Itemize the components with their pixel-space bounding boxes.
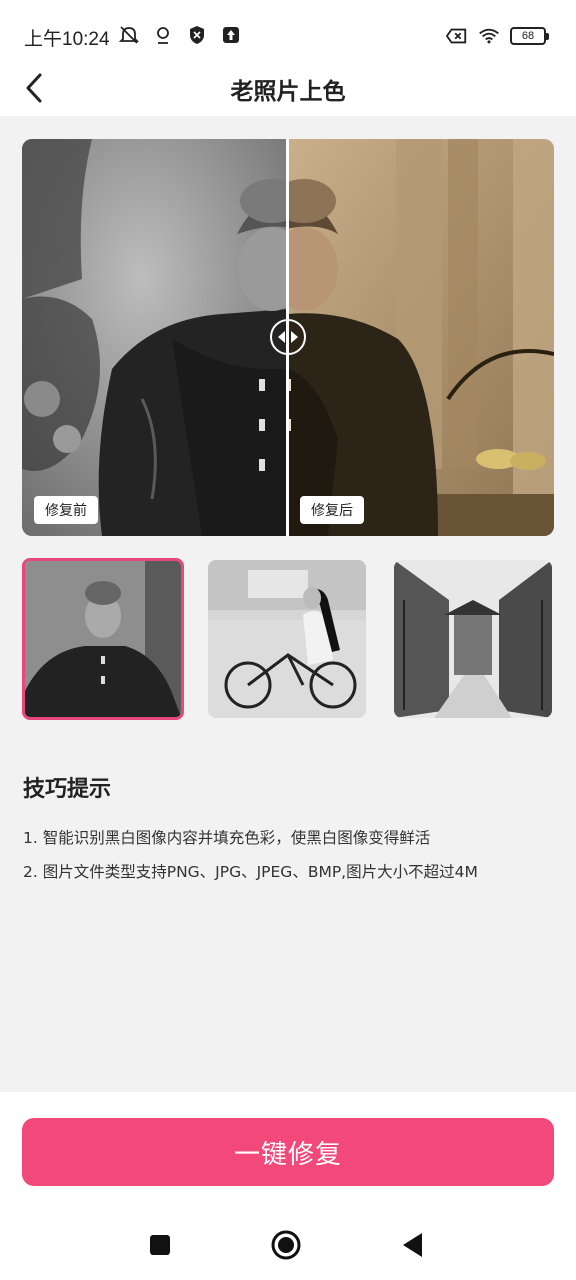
tip-item: 2. 图片文件类型支持PNG、JPG、JPEG、BMP,图片大小不超过4M — [23, 863, 478, 881]
upload-icon — [220, 24, 242, 46]
sim-error-icon — [446, 25, 468, 47]
thumbnail-portrait-man[interactable] — [22, 558, 184, 720]
one-click-repair-button[interactable]: 一键修复 — [22, 1118, 554, 1186]
shield-icon — [186, 24, 208, 46]
compare-slider-icon[interactable] — [270, 319, 306, 355]
tip-item: 1. 智能识别黑白图像内容并填充色彩，使黑白图像变得鲜活 — [23, 829, 431, 847]
mute-bell-icon — [118, 24, 140, 46]
home-circle-icon[interactable] — [271, 1230, 301, 1260]
before-after-compare[interactable]: 修复前 修复后 — [22, 139, 554, 536]
wifi-icon — [478, 25, 500, 47]
sample-thumbnails — [22, 558, 554, 720]
after-image — [288, 139, 554, 536]
thumbnail-old-street[interactable] — [394, 560, 552, 718]
before-image — [22, 139, 288, 536]
tips-title: 技巧提示 — [23, 777, 112, 802]
thumbnail-image — [208, 560, 366, 718]
after-label: 修复后 — [300, 496, 364, 524]
before-label: 修复前 — [34, 496, 98, 524]
location-icon — [152, 24, 174, 46]
battery-icon: 68 — [510, 27, 549, 45]
thumbnail-image — [394, 560, 552, 718]
page-title: 老照片上色 — [230, 79, 346, 105]
system-nav-bar — [0, 1216, 576, 1274]
thumbnail-image — [25, 561, 181, 717]
status-time: 上午10:24 — [24, 29, 110, 50]
back-triangle-icon[interactable] — [397, 1230, 427, 1260]
recents-square-icon[interactable] — [145, 1230, 175, 1260]
thumbnail-woman-on-bicycle[interactable] — [208, 560, 366, 718]
app-header: 老照片上色 — [0, 60, 576, 116]
status-bar: 上午10:24 68 — [0, 0, 576, 60]
